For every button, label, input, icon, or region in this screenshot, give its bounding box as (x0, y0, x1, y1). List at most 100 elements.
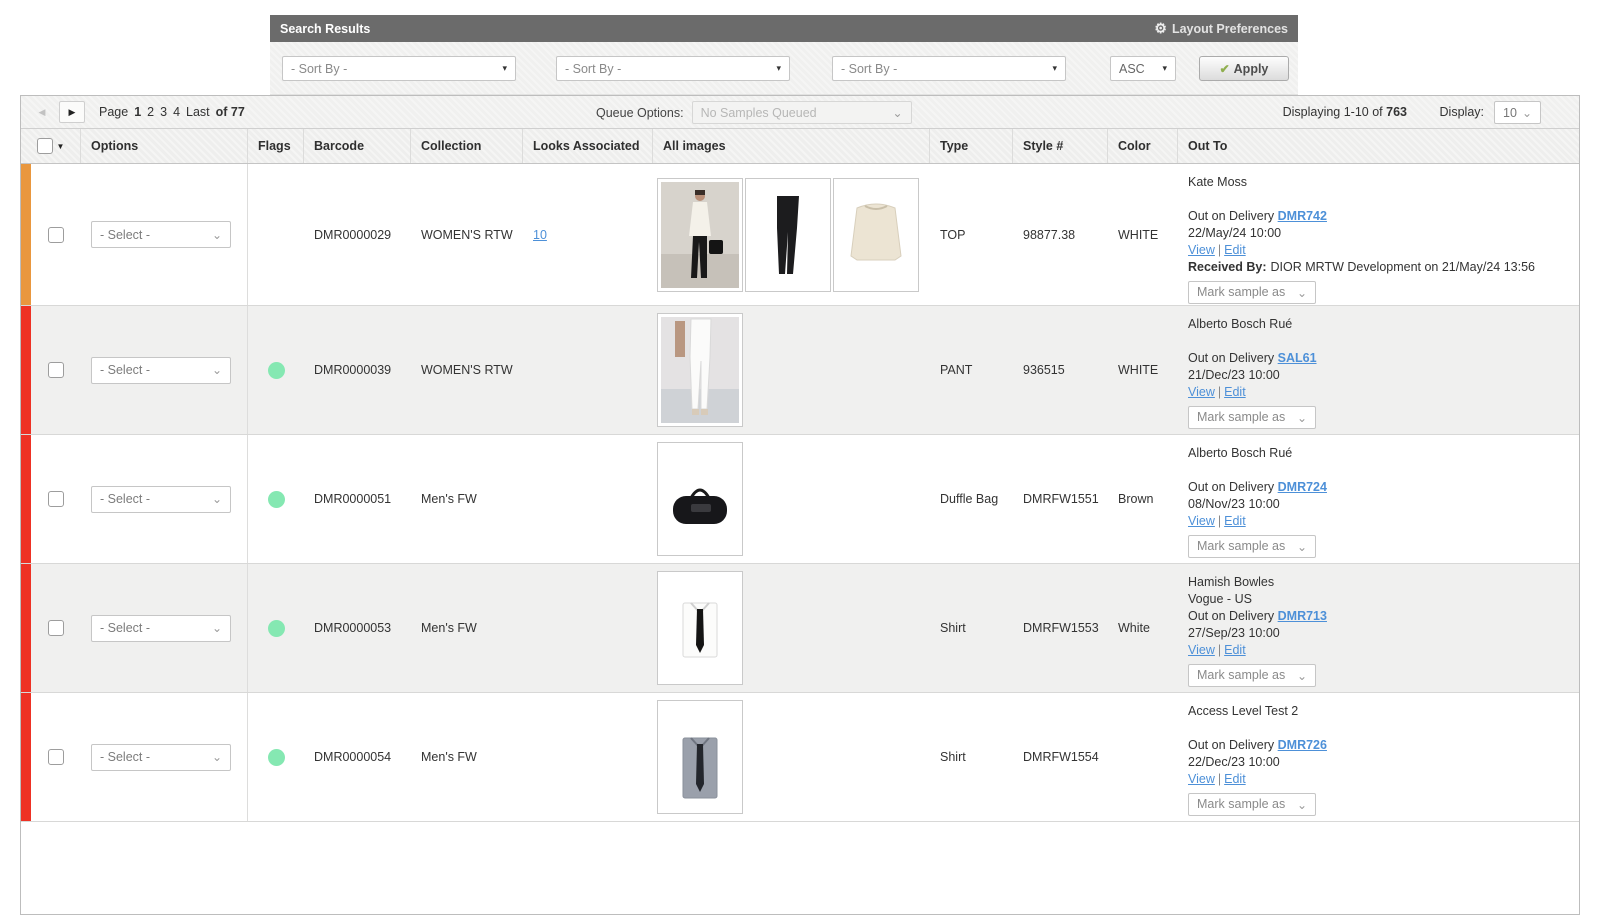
green-flag-icon (268, 620, 285, 637)
dropdown-arrow-icon: ▾ (776, 63, 781, 74)
displaying-count: Displaying 1-10 of 763 (1283, 105, 1407, 119)
out-to-cell: Alberto Bosch Rué Out on Delivery DMR724… (1178, 435, 1579, 563)
header-all-images: All images (653, 129, 930, 163)
sample-image-cream-sweater[interactable] (833, 178, 919, 292)
edit-link[interactable]: Edit (1224, 243, 1246, 257)
type-cell: Shirt (930, 693, 1013, 821)
edit-link[interactable]: Edit (1224, 385, 1246, 399)
row-checkbox[interactable] (48, 749, 64, 765)
page-total: of 77 (216, 105, 245, 119)
row-checkbox[interactable] (48, 620, 64, 636)
received-by-label: Received By: (1188, 260, 1267, 274)
green-flag-icon (268, 491, 285, 508)
apply-button[interactable]: ✔ Apply (1199, 56, 1289, 81)
mark-sample-as-select[interactable]: Mark sample as ⌄ (1188, 281, 1316, 304)
sample-image-grey-shirt[interactable] (657, 700, 743, 814)
sample-image-runway-look[interactable] (657, 178, 743, 292)
select-all-checkbox[interactable] (37, 138, 53, 154)
select-all-dropdown-icon[interactable]: ▼ (57, 142, 65, 151)
chevron-down-icon: ⌄ (1297, 802, 1307, 808)
style-cell: 936515 (1013, 306, 1108, 434)
view-link[interactable]: View (1188, 243, 1215, 257)
sample-image-duffle-bag[interactable] (657, 442, 743, 556)
collection-cell: Men's FW (411, 564, 523, 692)
page-link-4[interactable]: 4 (173, 105, 180, 119)
page-link-2[interactable]: 2 (147, 105, 154, 119)
mark-sample-as-select[interactable]: Mark sample as ⌄ (1188, 793, 1316, 816)
pagination-toolbar: ◀ ▶ Page 1 2 3 4 Last of 77 Queue Option… (21, 96, 1579, 129)
edit-link[interactable]: Edit (1224, 514, 1246, 528)
table-row: - Select - ⌄ DMR0000051 Men's FW Duffle … (21, 435, 1579, 564)
contact-name: Alberto Bosch Rué (1188, 316, 1571, 333)
row-checkbox[interactable] (48, 362, 64, 378)
view-link[interactable]: View (1188, 643, 1215, 657)
mark-sample-as-select[interactable]: Mark sample as ⌄ (1188, 535, 1316, 558)
row-status-bar-orange (21, 164, 31, 305)
delivery-code-link[interactable]: SAL61 (1278, 351, 1317, 365)
row-checkbox[interactable] (48, 227, 64, 243)
style-cell: DMRFW1551 (1013, 435, 1108, 563)
delivery-code-link[interactable]: DMR726 (1278, 738, 1327, 752)
delivery-code-link[interactable]: DMR713 (1278, 609, 1327, 623)
display-count-select[interactable]: 10 ⌄ (1494, 101, 1541, 124)
out-to-cell: Hamish Bowles Vogue - US Out on Delivery… (1178, 564, 1579, 692)
row-options-select[interactable]: - Select - ⌄ (91, 486, 231, 513)
header-flags: Flags (248, 129, 304, 163)
black-pants-image (749, 182, 827, 288)
header-options: Options (81, 129, 248, 163)
header-type: Type (930, 129, 1013, 163)
row-options-select[interactable]: - Select - ⌄ (91, 357, 231, 384)
barcode-cell: DMR0000029 (304, 164, 411, 305)
page-label: Page (99, 105, 128, 119)
row-status-bar-red (21, 435, 31, 563)
previous-page-button[interactable]: ◀ (29, 101, 55, 123)
duffle-bag-image (661, 446, 739, 552)
view-link[interactable]: View (1188, 385, 1215, 399)
delivery-code-link[interactable]: DMR742 (1278, 209, 1327, 223)
row-checkbox[interactable] (48, 491, 64, 507)
next-page-button[interactable]: ▶ (59, 101, 85, 123)
sort-by-select-3[interactable]: - Sort By - ▾ (832, 56, 1066, 81)
mark-sample-as-select[interactable]: Mark sample as ⌄ (1188, 406, 1316, 429)
delivery-datetime: 27/Sep/23 10:00 (1188, 625, 1571, 642)
view-link[interactable]: View (1188, 772, 1215, 786)
delivery-code-link[interactable]: DMR724 (1278, 480, 1327, 494)
sample-image-black-pants[interactable] (745, 178, 831, 292)
green-flag-icon (268, 749, 285, 766)
page-link-last[interactable]: Last (186, 105, 210, 119)
page-link-1[interactable]: 1 (134, 105, 141, 119)
looks-associated-link[interactable]: 10 (533, 228, 547, 242)
sort-by-select-2[interactable]: - Sort By - ▾ (556, 56, 790, 81)
type-cell: Duffle Bag (930, 435, 1013, 563)
row-options-select[interactable]: - Select - ⌄ (91, 615, 231, 642)
barcode-cell: DMR0000054 (304, 693, 411, 821)
chevron-down-icon: ⌄ (212, 232, 222, 238)
row-options-select[interactable]: - Select - ⌄ (91, 221, 231, 248)
table-row: - Select - ⌄ DMR0000053 Men's FW Shirt D… (21, 564, 1579, 693)
contact-name: Hamish Bowles (1188, 574, 1571, 591)
layout-preferences-button[interactable]: ⚙ Layout Preferences (1154, 20, 1288, 37)
edit-link[interactable]: Edit (1224, 772, 1246, 786)
chevron-down-icon: ⌄ (212, 367, 222, 373)
chevron-down-icon: ⌄ (893, 110, 903, 116)
cream-sweater-image (837, 182, 915, 288)
mark-sample-as-select[interactable]: Mark sample as ⌄ (1188, 664, 1316, 687)
delivery-status-label: Out on Delivery (1188, 738, 1274, 752)
view-link[interactable]: View (1188, 514, 1215, 528)
search-results-panel: Search Results ⚙ Layout Preferences - So… (270, 15, 1298, 95)
queue-options-select[interactable]: No Samples Queued ⌄ (692, 101, 912, 124)
sample-image-white-pants[interactable] (657, 313, 743, 427)
sort-by-select-1[interactable]: - Sort By - ▾ (282, 56, 516, 81)
page-link-3[interactable]: 3 (160, 105, 167, 119)
header-barcode: Barcode (304, 129, 411, 163)
edit-link[interactable]: Edit (1224, 643, 1246, 657)
delivery-datetime: 22/May/24 10:00 (1188, 225, 1571, 242)
sort-order-select[interactable]: ASC ▾ (1110, 56, 1176, 81)
display-label: Display: (1440, 105, 1484, 119)
row-options-select[interactable]: - Select - ⌄ (91, 744, 231, 771)
color-cell (1108, 693, 1178, 821)
delivery-status-label: Out on Delivery (1188, 480, 1274, 494)
color-cell: Brown (1108, 435, 1178, 563)
out-to-cell: Alberto Bosch Rué Out on Delivery SAL61 … (1178, 306, 1579, 434)
sample-image-white-shirt[interactable] (657, 571, 743, 685)
